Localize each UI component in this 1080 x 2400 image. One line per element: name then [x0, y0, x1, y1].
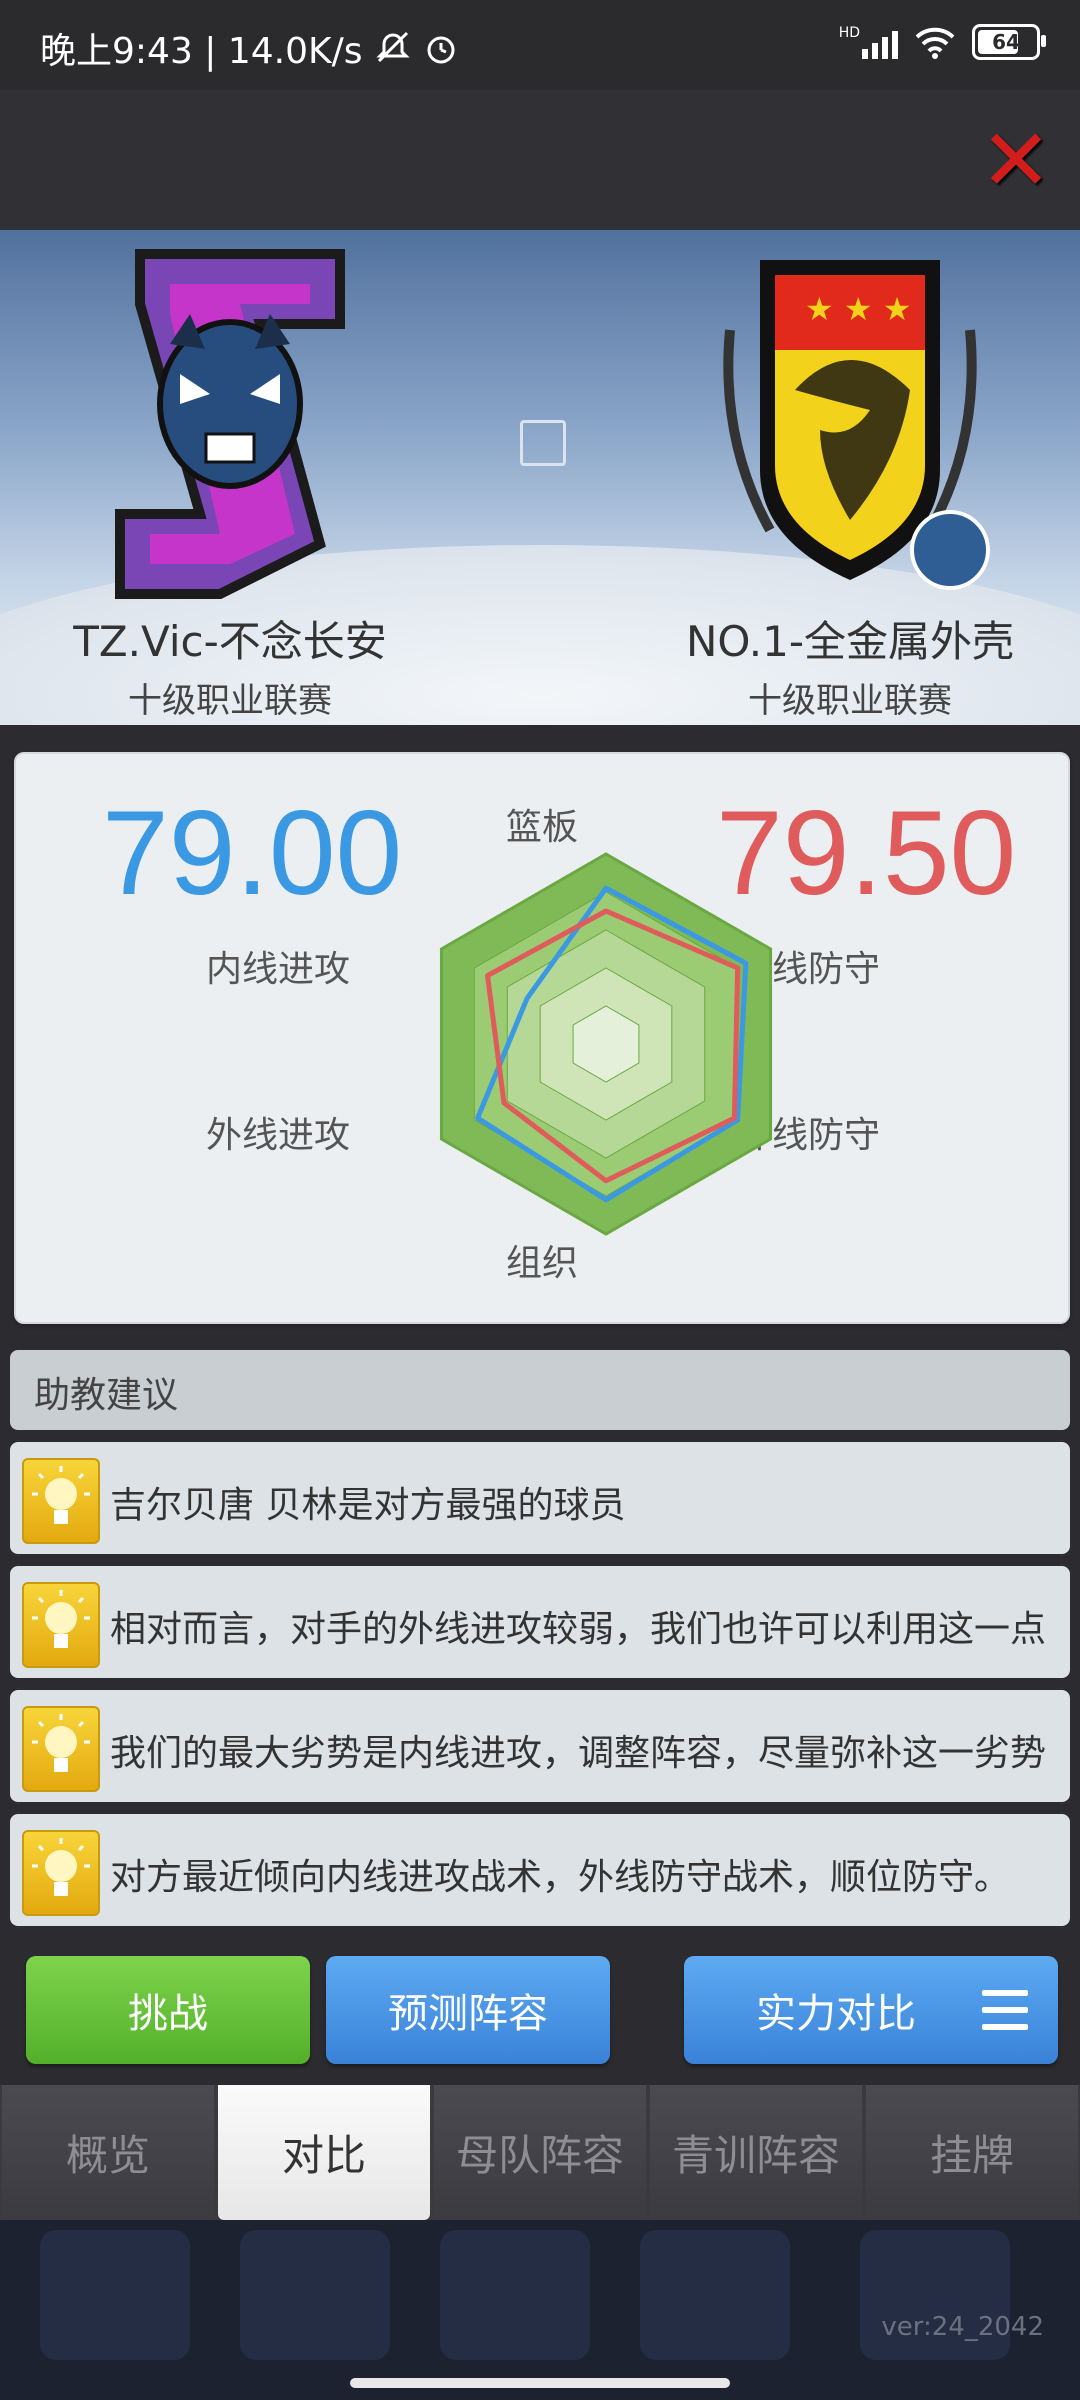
- away-team-league: 十级职业联赛: [748, 681, 952, 721]
- close-icon[interactable]: ✕: [980, 118, 1052, 204]
- advice-header: 助教建议: [10, 1350, 1070, 1430]
- tab-compare[interactable]: 对比: [218, 2085, 430, 2220]
- version-label: ver:24_2042: [881, 2312, 1044, 2342]
- tab-parent-roster[interactable]: 母队阵容: [434, 2085, 646, 2220]
- tiger-logo-icon: [115, 249, 345, 599]
- lightbulb-icon: [22, 1458, 100, 1544]
- status-bar: 晚上9:43 | 14.0K/s HD 64: [0, 0, 1080, 90]
- nav-icon[interactable]: [240, 2230, 390, 2360]
- tab-overview[interactable]: 概览: [2, 2085, 214, 2220]
- lightbulb-icon: [22, 1830, 100, 1916]
- advice-text: 我们的最大劣势是内线进攻，调整阵容，尽量弥补这一劣势: [110, 1733, 1047, 1774]
- top-bar: ✕: [0, 90, 1080, 230]
- home-team-league: 十级职业联赛: [128, 681, 332, 721]
- wifi-icon: [915, 27, 955, 59]
- nav-icon[interactable]: [640, 2230, 790, 2360]
- nav-icon[interactable]: [40, 2230, 190, 2360]
- home-team-name: TZ.Vic-不念长安: [73, 617, 387, 666]
- strength-compare-button[interactable]: 实力对比: [684, 1956, 1058, 2064]
- tab-youth-roster[interactable]: 青训阵容: [650, 2085, 862, 2220]
- bottom-nav: ver:24_2042: [0, 2220, 1080, 2400]
- dragon-logo-icon: ★ ★ ★: [723, 260, 990, 590]
- status-time-speed: 晚上9:43 | 14.0K/s: [40, 31, 363, 72]
- away-team-name: NO.1-全金属外壳: [685, 617, 1014, 666]
- home-score: 79.00: [102, 786, 403, 920]
- nav-icon[interactable]: [440, 2230, 590, 2360]
- tab-bar: 概览 对比 母队阵容 青训阵容 挂牌: [0, 2085, 1080, 2220]
- network-type: HD: [838, 25, 860, 41]
- predict-lineup-button[interactable]: 预测阵容: [326, 1956, 610, 2064]
- home-indicator[interactable]: [350, 2378, 730, 2388]
- menu-icon: [982, 1990, 1028, 2030]
- advice-text: 吉尔贝唐 贝林是对方最强的球员: [110, 1485, 626, 1526]
- lightbulb-icon: [22, 1582, 100, 1668]
- svg-text:★ ★ ★: ★ ★ ★: [805, 290, 911, 328]
- advice-text: 相对而言，对手的外线进攻较弱，我们也许可以利用这一点: [110, 1609, 1047, 1650]
- home-team: TZ.Vic-不念长安 十级职业联赛: [20, 230, 440, 722]
- match-banner: TZ.Vic-不念长安 十级职业联赛 ★ ★ ★ NO.1-全金属外壳 十级职业…: [0, 230, 1080, 725]
- axis-label-outside-attack: 外线进攻: [206, 1115, 351, 1156]
- battery-level: 64: [992, 30, 1020, 54]
- challenge-button[interactable]: 挑战: [26, 1956, 310, 2064]
- mute-icon: [375, 31, 410, 63]
- radar-panel: 79.00 79.50 篮板 内线防守 外线防守 组织 外线进攻 内线进攻: [14, 752, 1070, 1324]
- advice-text: 对方最近倾向内线进攻战术，外线防守战术，顺位防守。: [110, 1857, 1011, 1898]
- advice-item: 对方最近倾向内线进攻战术，外线防守战术，顺位防守。: [10, 1814, 1070, 1926]
- lightbulb-icon: [22, 1706, 100, 1792]
- advice-item: 我们的最大劣势是内线进攻，调整阵容，尽量弥补这一劣势: [10, 1690, 1070, 1802]
- advice-title: 助教建议: [34, 1375, 179, 1416]
- tab-listing[interactable]: 挂牌: [866, 2085, 1078, 2220]
- advice-item: 相对而言，对手的外线进攻较弱，我们也许可以利用这一点: [10, 1566, 1070, 1678]
- away-team: ★ ★ ★ NO.1-全金属外壳 十级职业联赛: [640, 230, 1060, 722]
- axis-label-inside-attack: 内线进攻: [206, 949, 351, 990]
- advice-item: 吉尔贝唐 贝林是对方最强的球员: [10, 1442, 1070, 1554]
- alarm-icon: [427, 36, 455, 64]
- radar-chart: [439, 852, 773, 1236]
- signal-icon: [862, 27, 898, 59]
- battery-icon: 64: [972, 24, 1046, 60]
- strength-compare-label: 实力对比: [756, 1991, 916, 2037]
- basketball-hoop-icon: [520, 420, 566, 466]
